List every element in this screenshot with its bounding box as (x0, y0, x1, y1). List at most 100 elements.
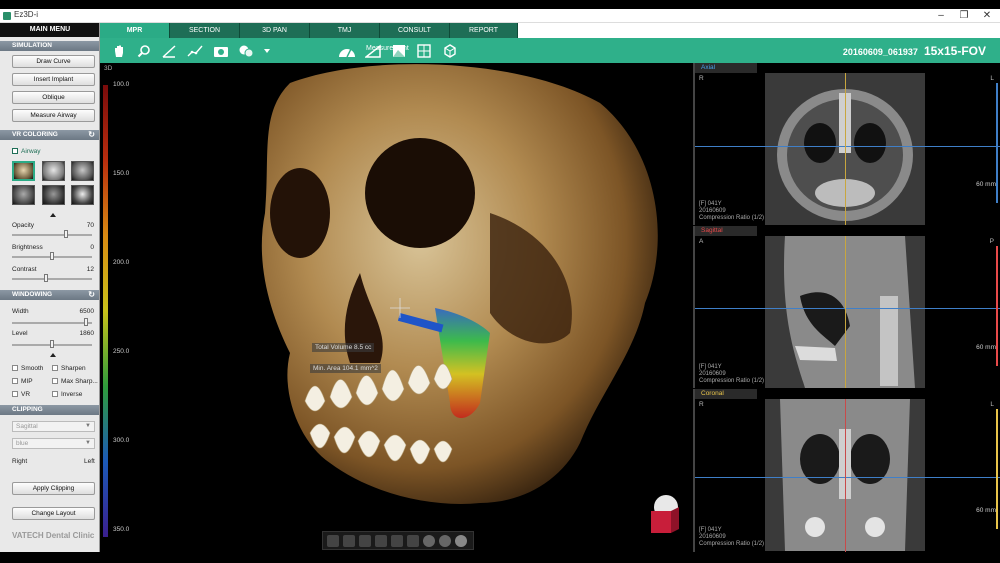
main-menu-header[interactable]: MAIN MENU (0, 23, 99, 37)
view-skull-1-icon[interactable] (423, 535, 435, 547)
view-right-icon[interactable] (375, 535, 387, 547)
sharpen-checkbox[interactable]: Sharpen (52, 365, 86, 373)
brightness-slider-thumb[interactable] (50, 252, 54, 260)
skull-3d-render[interactable] (250, 63, 670, 533)
capture-icon[interactable] (237, 42, 255, 59)
coronal-view[interactable]: Coronal R L [F] 041Y 20160609 Compression … (693, 389, 1000, 552)
image-filter-icon[interactable] (390, 42, 408, 59)
tab-report[interactable]: REPORT (450, 23, 518, 38)
contrast-slider-thumb[interactable] (44, 274, 48, 282)
view-bottom-icon[interactable] (407, 535, 419, 547)
clipping-header: CLIPPING (0, 405, 99, 415)
close-button[interactable]: ✕ (980, 10, 994, 22)
vr-preset-3[interactable] (71, 161, 94, 181)
measure-airway-button[interactable]: Measure Airway (12, 109, 95, 122)
view-front-icon[interactable] (327, 535, 339, 547)
vr-coloring-header: VR COLORING ↻ (0, 130, 99, 140)
fov-label: 20160609_061937 15x15-FOV (843, 44, 986, 58)
mip-checkbox[interactable]: MIP (12, 378, 33, 386)
width-slider[interactable] (12, 322, 92, 324)
tab-tmj[interactable]: TMJ (310, 23, 380, 38)
tab-3d-pan[interactable]: 3D PAN (240, 23, 310, 38)
coronal-left-corner: R (699, 401, 704, 408)
study-date: 20160609 (699, 371, 726, 377)
vr-preset-5[interactable] (42, 185, 65, 205)
view-skull-2-icon[interactable] (439, 535, 451, 547)
sagittal-right-corner: P (989, 238, 994, 245)
view-skull-3-icon[interactable] (455, 535, 467, 547)
vr-preset-6[interactable] (71, 185, 94, 205)
letterbox-bottom (0, 552, 1000, 563)
smooth-checkbox[interactable]: Smooth (12, 365, 43, 373)
axial-crosshair-v[interactable] (845, 73, 846, 225)
preset-marker-icon (50, 213, 56, 217)
axial-info: [F] 041Y 20160609 Compression Ratio (1/2) (699, 201, 764, 222)
compression-ratio: Compression Ratio (1/2) (699, 215, 765, 221)
apply-clipping-button[interactable]: Apply Clipping (12, 482, 95, 495)
camera-icon[interactable] (212, 42, 230, 59)
cube-view-icon[interactable] (441, 42, 459, 59)
vr-preset-4[interactable] (12, 185, 35, 205)
airway-label: Airway (21, 148, 41, 155)
contrast-slider[interactable] (12, 278, 92, 280)
refresh-icon[interactable]: ↻ (88, 290, 95, 300)
level-slider-thumb[interactable] (50, 340, 54, 348)
vr-preset-1[interactable] (12, 161, 35, 181)
vr-preset-2[interactable] (42, 161, 65, 181)
tab-section[interactable]: SECTION (170, 23, 240, 38)
oblique-button[interactable]: Oblique (12, 91, 95, 104)
airway-checkbox[interactable]: Airway (12, 148, 41, 156)
toolbar: Measurement 20160609_061937 15x15-FOV (100, 38, 1000, 63)
refresh-icon[interactable]: ↻ (88, 130, 95, 140)
clipping-plane-select[interactable]: Sagittal ▼ (12, 421, 95, 432)
vr-checkbox[interactable]: VR (12, 391, 30, 399)
maximize-button[interactable]: ❐ (957, 10, 971, 22)
draw-curve-button[interactable]: Draw Curve (12, 55, 95, 68)
ruler-angle-icon[interactable] (364, 42, 382, 59)
coronal-view-title: Coronal (695, 389, 757, 399)
clipping-plane-value: Sagittal (16, 423, 38, 430)
sagittal-crosshair-v[interactable] (845, 236, 846, 388)
max-sharpen-checkbox[interactable]: Max Sharp... (52, 378, 98, 386)
coronal-crosshair-h[interactable] (695, 477, 1000, 478)
view-top-icon[interactable] (391, 535, 403, 547)
clipping-header-label: CLIPPING (12, 406, 43, 413)
hand-icon[interactable] (110, 42, 128, 59)
dropdown-arrow-icon[interactable] (262, 42, 272, 59)
tab-mpr[interactable]: MPR (100, 23, 170, 38)
width-slider-thumb[interactable] (84, 318, 88, 326)
simulation-header: SIMULATION (0, 41, 99, 51)
clipping-color-select[interactable]: blue ▼ (12, 438, 95, 449)
view-left-icon[interactable] (359, 535, 371, 547)
opacity-value: 70 (86, 222, 94, 229)
axial-view[interactable]: Axial R L [F] 041Y 20160609 Compression Ra… (693, 63, 1000, 225)
compression-ratio: Compression Ratio (1/2) (699, 378, 765, 384)
sculpt-icon[interactable] (338, 42, 356, 59)
insert-implant-button[interactable]: Insert Implant (12, 73, 95, 86)
axial-crosshair-h[interactable] (695, 146, 1000, 147)
opacity-slider[interactable] (12, 234, 92, 236)
opacity-slider-thumb[interactable] (64, 230, 68, 238)
polyline-icon[interactable] (186, 42, 204, 59)
orientation-cube[interactable] (648, 493, 682, 539)
patient-age: [F] 041Y (699, 201, 722, 207)
clipping-left-label: Left (84, 458, 95, 465)
zoom-icon[interactable] (135, 42, 153, 59)
coronal-crosshair-v[interactable] (845, 399, 846, 552)
vr-coloring-header-label: VR COLORING (12, 131, 58, 138)
3d-view[interactable]: 3D 100.0 150.0 200.0 250.0 300.0 350.0 T… (100, 63, 693, 552)
inverse-checkbox[interactable]: Inverse (52, 391, 82, 399)
change-layout-button[interactable]: Change Layout (12, 507, 95, 520)
view-back-icon[interactable] (343, 535, 355, 547)
coronal-ruler (996, 409, 998, 529)
coronal-right-corner: L (990, 401, 994, 408)
sagittal-crosshair-h[interactable] (695, 308, 1000, 309)
tab-consult[interactable]: CONSULT (380, 23, 450, 38)
checkbox-box (12, 365, 18, 371)
layout-icon[interactable] (415, 42, 433, 59)
sagittal-view[interactable]: Sagittal A P [F] 041Y 20160609 Compression… (693, 226, 1000, 388)
minimize-button[interactable]: – (934, 10, 948, 22)
max-sharpen-label: Max Sharp... (61, 378, 98, 385)
level-value: 1860 (79, 330, 94, 337)
angle-icon[interactable] (160, 42, 178, 59)
